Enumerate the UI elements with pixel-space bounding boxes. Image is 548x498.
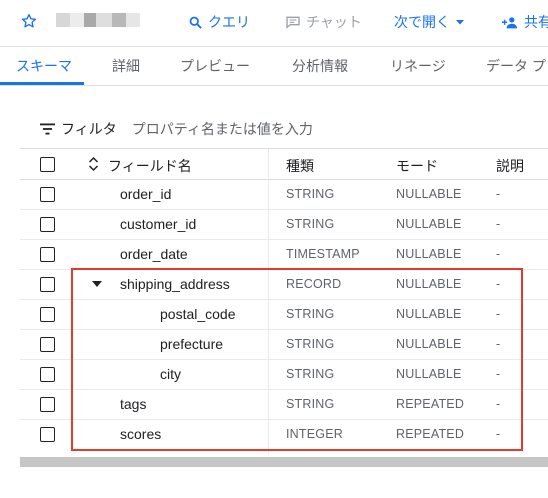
field-mode: NULLABLE xyxy=(396,187,462,201)
field-type: TIMESTAMP xyxy=(286,247,360,261)
sort-icon[interactable] xyxy=(88,156,99,172)
share-label: 共有 xyxy=(524,14,548,30)
field-description: - xyxy=(496,187,501,201)
filter-label: フィルタ xyxy=(61,121,117,137)
highlight-box xyxy=(71,268,523,451)
star-icon[interactable] xyxy=(20,12,38,30)
row-checkbox[interactable] xyxy=(40,187,55,202)
active-tab-indicator xyxy=(0,82,84,85)
field-name: customer_id xyxy=(120,216,197,232)
share-button[interactable]: 共有 xyxy=(502,12,548,32)
chat-label: チャット xyxy=(306,14,362,30)
table-header: フィールド名 種類 モード 説明 xyxy=(20,149,548,180)
toolbar: クエリ チャット 次で開く 共有 xyxy=(0,0,548,46)
tab-schema[interactable]: スキーマ xyxy=(16,56,72,76)
tab-details[interactable]: 詳細 xyxy=(112,56,140,76)
query-button[interactable]: クエリ xyxy=(188,12,250,32)
open-in-label: 次で開く xyxy=(394,14,450,30)
chevron-down-icon xyxy=(456,20,464,25)
header-type: 種類 xyxy=(286,158,314,174)
field-mode: NULLABLE xyxy=(396,247,462,261)
field-type: STRING xyxy=(286,187,335,201)
field-type: STRING xyxy=(286,217,335,231)
filter-icon xyxy=(40,123,55,135)
tab-insights[interactable]: 分析情報 xyxy=(292,56,348,76)
query-label: クエリ xyxy=(208,14,250,30)
filter-bar[interactable]: フィルタ プロパティ名または値を入力 xyxy=(40,119,313,139)
row-checkbox[interactable] xyxy=(40,367,55,382)
field-mode: NULLABLE xyxy=(396,217,462,231)
chat-icon xyxy=(286,16,300,29)
row-checkbox[interactable] xyxy=(40,397,55,412)
open-in-button[interactable]: 次で開く xyxy=(394,12,465,32)
tab-preview[interactable]: プレビュー xyxy=(180,56,250,76)
field-name: order_date xyxy=(120,246,188,262)
table-row: order_date TIMESTAMP NULLABLE - xyxy=(20,239,548,270)
header-mode: モード xyxy=(396,158,438,174)
header-description: 説明 xyxy=(496,158,524,174)
search-icon xyxy=(189,16,202,29)
tab-lineage[interactable]: リネージ xyxy=(390,56,446,76)
horizontal-scrollbar[interactable] xyxy=(20,457,548,467)
select-all-checkbox[interactable] xyxy=(40,157,55,172)
row-checkbox[interactable] xyxy=(40,307,55,322)
chat-button[interactable]: チャット xyxy=(285,12,362,32)
field-description: - xyxy=(496,217,501,231)
header-field-name[interactable]: フィールド名 xyxy=(108,156,192,176)
dataset-name-redacted xyxy=(56,13,140,27)
row-checkbox[interactable] xyxy=(40,217,55,232)
filter-input[interactable]: プロパティ名または値を入力 xyxy=(132,119,313,139)
row-checkbox[interactable] xyxy=(40,277,55,292)
add-person-icon xyxy=(502,16,518,28)
row-checkbox[interactable] xyxy=(40,247,55,262)
tab-bar: スキーマ 詳細 プレビュー 分析情報 リネージ データ プ xyxy=(0,46,548,86)
table-row: customer_id STRING NULLABLE - xyxy=(20,209,548,240)
row-checkbox[interactable] xyxy=(40,427,55,442)
row-checkbox[interactable] xyxy=(40,337,55,352)
field-description: - xyxy=(496,247,501,261)
field-name: order_id xyxy=(120,186,172,202)
table-row: order_id STRING NULLABLE - xyxy=(20,179,548,210)
tab-data-profile[interactable]: データ プ xyxy=(486,56,546,76)
